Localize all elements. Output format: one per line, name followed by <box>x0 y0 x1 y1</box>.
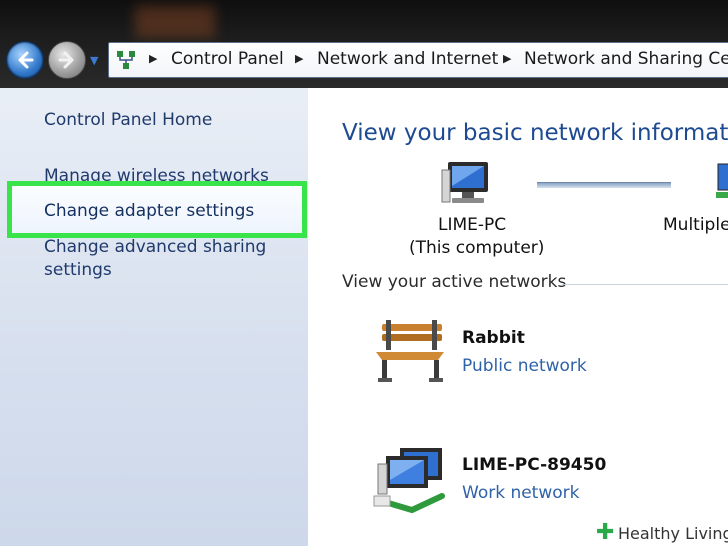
network-type-link[interactable]: Work network <box>462 483 580 503</box>
watermark-text: Healthy Living <box>618 524 728 543</box>
main-content <box>308 88 728 546</box>
multiple-networks-icon <box>716 163 728 198</box>
titlebar-glow <box>135 6 215 38</box>
sidebar-item-control-panel-home[interactable]: Control Panel Home <box>44 110 212 130</box>
back-arrow-icon <box>18 51 34 69</box>
breadcrumb-arrow-icon[interactable]: ▶ <box>503 52 511 65</box>
breadcrumb-network-internet[interactable]: Network and Internet <box>317 49 498 69</box>
network-type-link[interactable]: Public network <box>462 356 587 376</box>
breadcrumb-arrow-icon[interactable]: ▶ <box>149 52 157 65</box>
sidebar <box>0 88 308 546</box>
sidebar-item-change-adapter[interactable]: Change adapter settings <box>44 201 254 221</box>
active-networks-label: View your active networks <box>342 272 567 292</box>
multiple-networks-label[interactable]: Multiple <box>663 215 728 235</box>
computer-subtitle: (This computer) <box>409 238 545 258</box>
breadcrumb-network-sharing[interactable]: Network and Sharing Cen <box>524 49 728 69</box>
computer-name: LIME-PC <box>438 215 507 235</box>
network-name: Rabbit <box>462 328 525 348</box>
breadcrumb-arrow-icon[interactable]: ▶ <box>295 52 303 65</box>
sidebar-item-advanced-sharing-line2[interactable]: settings <box>44 260 112 280</box>
watermark-badge: ✚ Healthy Living <box>596 520 728 546</box>
section-divider <box>562 284 728 285</box>
address-bar[interactable]: ▶ Control Panel ▶ Network and Internet ▶… <box>108 42 728 78</box>
back-button[interactable] <box>6 41 44 79</box>
work-computers-icon <box>373 448 445 514</box>
page-title: View your basic network information <box>342 120 728 146</box>
breadcrumb-control-panel[interactable]: Control Panel <box>171 49 284 69</box>
network-center-icon <box>117 51 135 69</box>
connection-line[interactable] <box>537 182 671 188</box>
computer-icon <box>441 162 488 203</box>
bench-icon <box>376 320 444 382</box>
sidebar-item-advanced-sharing[interactable]: Change advanced sharing <box>44 237 266 257</box>
recent-pages-dropdown-icon[interactable]: ▼ <box>90 54 98 67</box>
plus-logo-icon: ✚ <box>596 520 615 545</box>
forward-button[interactable] <box>48 41 86 79</box>
network-name: LIME-PC-89450 <box>462 455 607 475</box>
forward-arrow-icon <box>58 51 74 69</box>
